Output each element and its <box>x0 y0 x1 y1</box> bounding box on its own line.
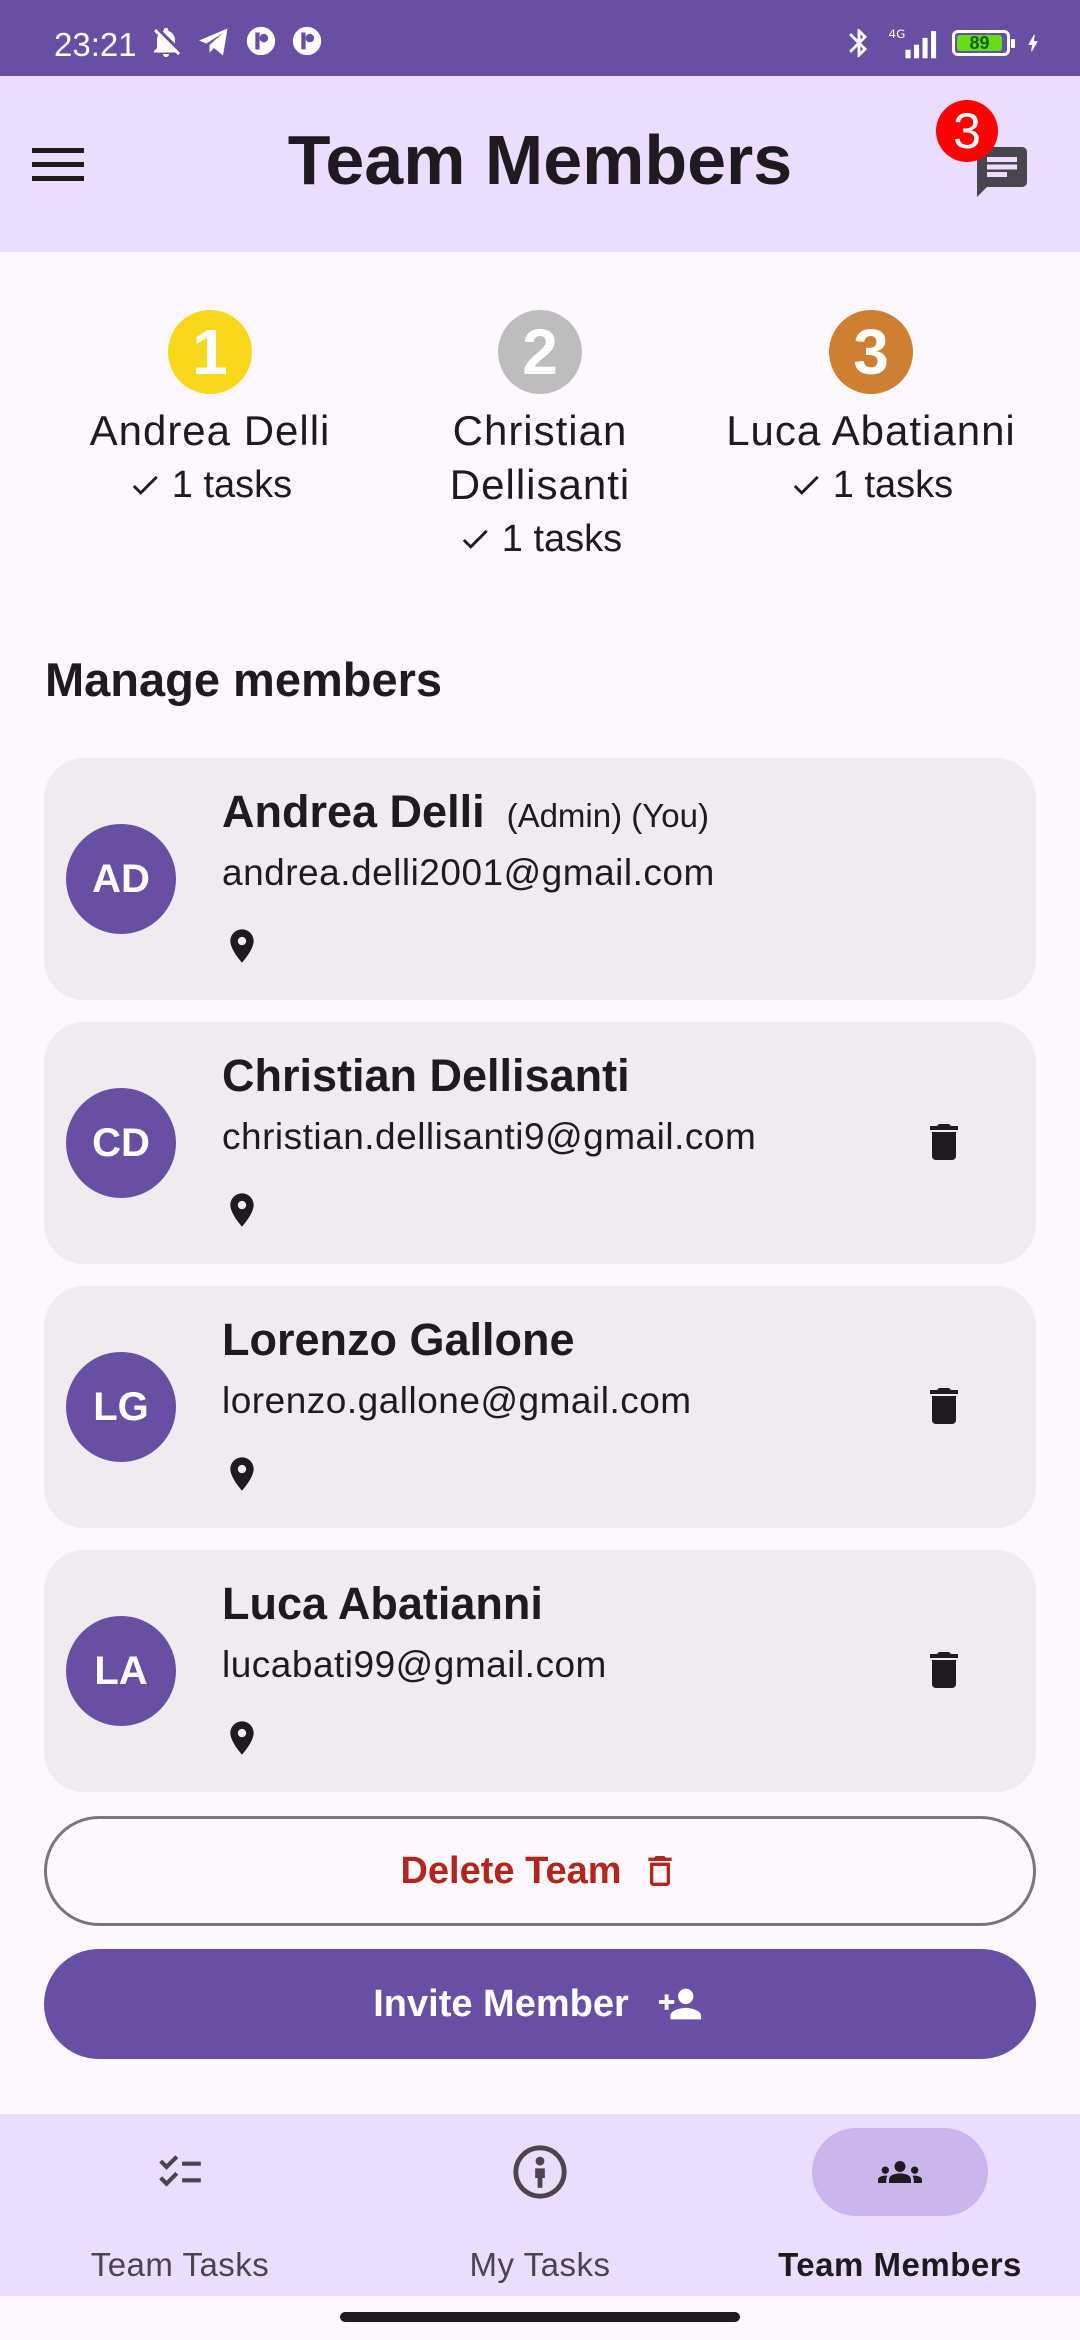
person-icon <box>513 2145 567 2199</box>
nav-team-members[interactable]: Team Members <box>720 2114 1080 2296</box>
location-pin-icon <box>230 929 254 963</box>
member-email: andrea.delli2001@gmail.com <box>222 852 715 893</box>
nav-label: Team Members <box>778 2246 1022 2283</box>
member-email: lorenzo.gallone@gmail.com <box>222 1380 692 1421</box>
battery-indicator: 89 <box>952 30 1015 56</box>
avatar: LA <box>66 1616 176 1726</box>
top-app-bar: Team Members 3 <box>0 76 1080 252</box>
podium-task-count: 1 tasks <box>832 464 954 506</box>
status-bar: 23:21 4G 89 <box>0 0 1080 76</box>
gesture-handle[interactable] <box>340 2312 740 2322</box>
trash-outline-icon <box>647 1856 672 1886</box>
signal-icon: 4G <box>889 27 937 59</box>
podium-name: Andrea Delli <box>89 407 331 454</box>
person-add-icon <box>658 1988 701 2020</box>
podium-tasks: 1 tasks <box>706 458 1036 512</box>
podium-task-count: 1 tasks <box>171 464 293 506</box>
delete-team-label: Delete Team <box>400 1849 622 1892</box>
leaderboard-podium: 1 Andrea Delli 1 tasks 2 Christian Delli… <box>0 310 1080 590</box>
nav-label: My Tasks <box>469 2246 611 2283</box>
trash-icon <box>930 1388 958 1424</box>
rank-badge: 2 <box>498 310 582 394</box>
podium-name: Luca Abatianni <box>726 407 1016 454</box>
location-button[interactable] <box>222 924 262 968</box>
location-button[interactable] <box>222 1716 262 1760</box>
delete-member-button[interactable] <box>914 1376 974 1436</box>
avatar: LG <box>66 1352 176 1462</box>
status-time: 23:21 <box>54 26 137 63</box>
check-icon <box>793 475 819 495</box>
member-email: christian.dellisanti9@gmail.com <box>222 1116 757 1157</box>
notifications-off-icon <box>154 27 181 57</box>
groups-icon <box>878 2161 922 2183</box>
location-pin-icon <box>230 1193 254 1227</box>
podium-item-1[interactable]: 1 Andrea Delli 1 tasks <box>45 310 375 512</box>
app-icon <box>246 26 276 56</box>
member-card[interactable]: LG Lorenzo Gallone lorenzo.gallone@gmail… <box>44 1286 1036 1528</box>
podium-item-3[interactable]: 3 Luca Abatianni 1 tasks <box>706 310 1036 512</box>
podium-task-count: 1 tasks <box>501 518 623 560</box>
rank-badge: 3 <box>829 310 913 394</box>
member-email: lucabati99@gmail.com <box>222 1644 607 1685</box>
trash-icon <box>930 1124 958 1160</box>
charging-icon <box>1028 34 1038 52</box>
svg-text:4G: 4G <box>889 27 906 41</box>
avatar: AD <box>66 824 176 934</box>
member-card[interactable]: CD Christian Dellisanti christian.dellis… <box>44 1022 1036 1264</box>
podium-name: Christian Dellisanti <box>449 407 631 508</box>
delete-member-button[interactable] <box>914 1640 974 1700</box>
chat-badge: 3 <box>936 100 998 162</box>
bottom-navigation: Team Tasks My Tasks Team Members <box>0 2114 1080 2296</box>
location-pin-icon <box>230 1721 254 1755</box>
podium-tasks: 1 tasks <box>375 512 705 566</box>
podium-tasks: 1 tasks <box>45 458 375 512</box>
location-button[interactable] <box>222 1452 262 1496</box>
member-name: Andrea Delli <box>222 786 485 837</box>
checklist-icon <box>159 2155 201 2187</box>
avatar: CD <box>66 1088 176 1198</box>
member-name: Luca Abatianni <box>222 1578 543 1629</box>
app-icon-2 <box>292 26 322 56</box>
battery-level: 89 <box>957 33 1002 53</box>
delete-member-button[interactable] <box>914 1112 974 1172</box>
delete-team-button[interactable]: Delete Team <box>44 1816 1036 1926</box>
check-icon <box>132 475 158 495</box>
rank-badge: 1 <box>168 310 252 394</box>
member-role: (Admin) (You) <box>506 797 709 834</box>
bluetooth-icon <box>849 28 868 58</box>
invite-member-button[interactable]: Invite Member <box>44 1949 1036 2059</box>
nav-my-tasks[interactable]: My Tasks <box>360 2114 720 2296</box>
section-title: Manage members <box>45 653 443 706</box>
page-title: Team Members <box>287 121 793 199</box>
telegram-icon <box>199 28 228 56</box>
trash-icon <box>930 1652 958 1688</box>
member-name: Christian Dellisanti <box>222 1050 630 1101</box>
nav-team-tasks[interactable]: Team Tasks <box>0 2114 360 2296</box>
location-button[interactable] <box>222 1188 262 1232</box>
invite-member-label: Invite Member <box>373 1982 629 2025</box>
member-name: Lorenzo Gallone <box>222 1314 575 1365</box>
check-icon <box>462 529 488 549</box>
member-card[interactable]: AD Andrea Delli (Admin) (You) andrea.del… <box>44 758 1036 1000</box>
member-card[interactable]: LA Luca Abatianni lucabati99@gmail.com <box>44 1550 1036 1792</box>
location-pin-icon <box>230 1457 254 1491</box>
nav-label: Team Tasks <box>90 2246 270 2283</box>
podium-item-2[interactable]: 2 Christian Dellisanti 1 tasks <box>375 310 705 566</box>
